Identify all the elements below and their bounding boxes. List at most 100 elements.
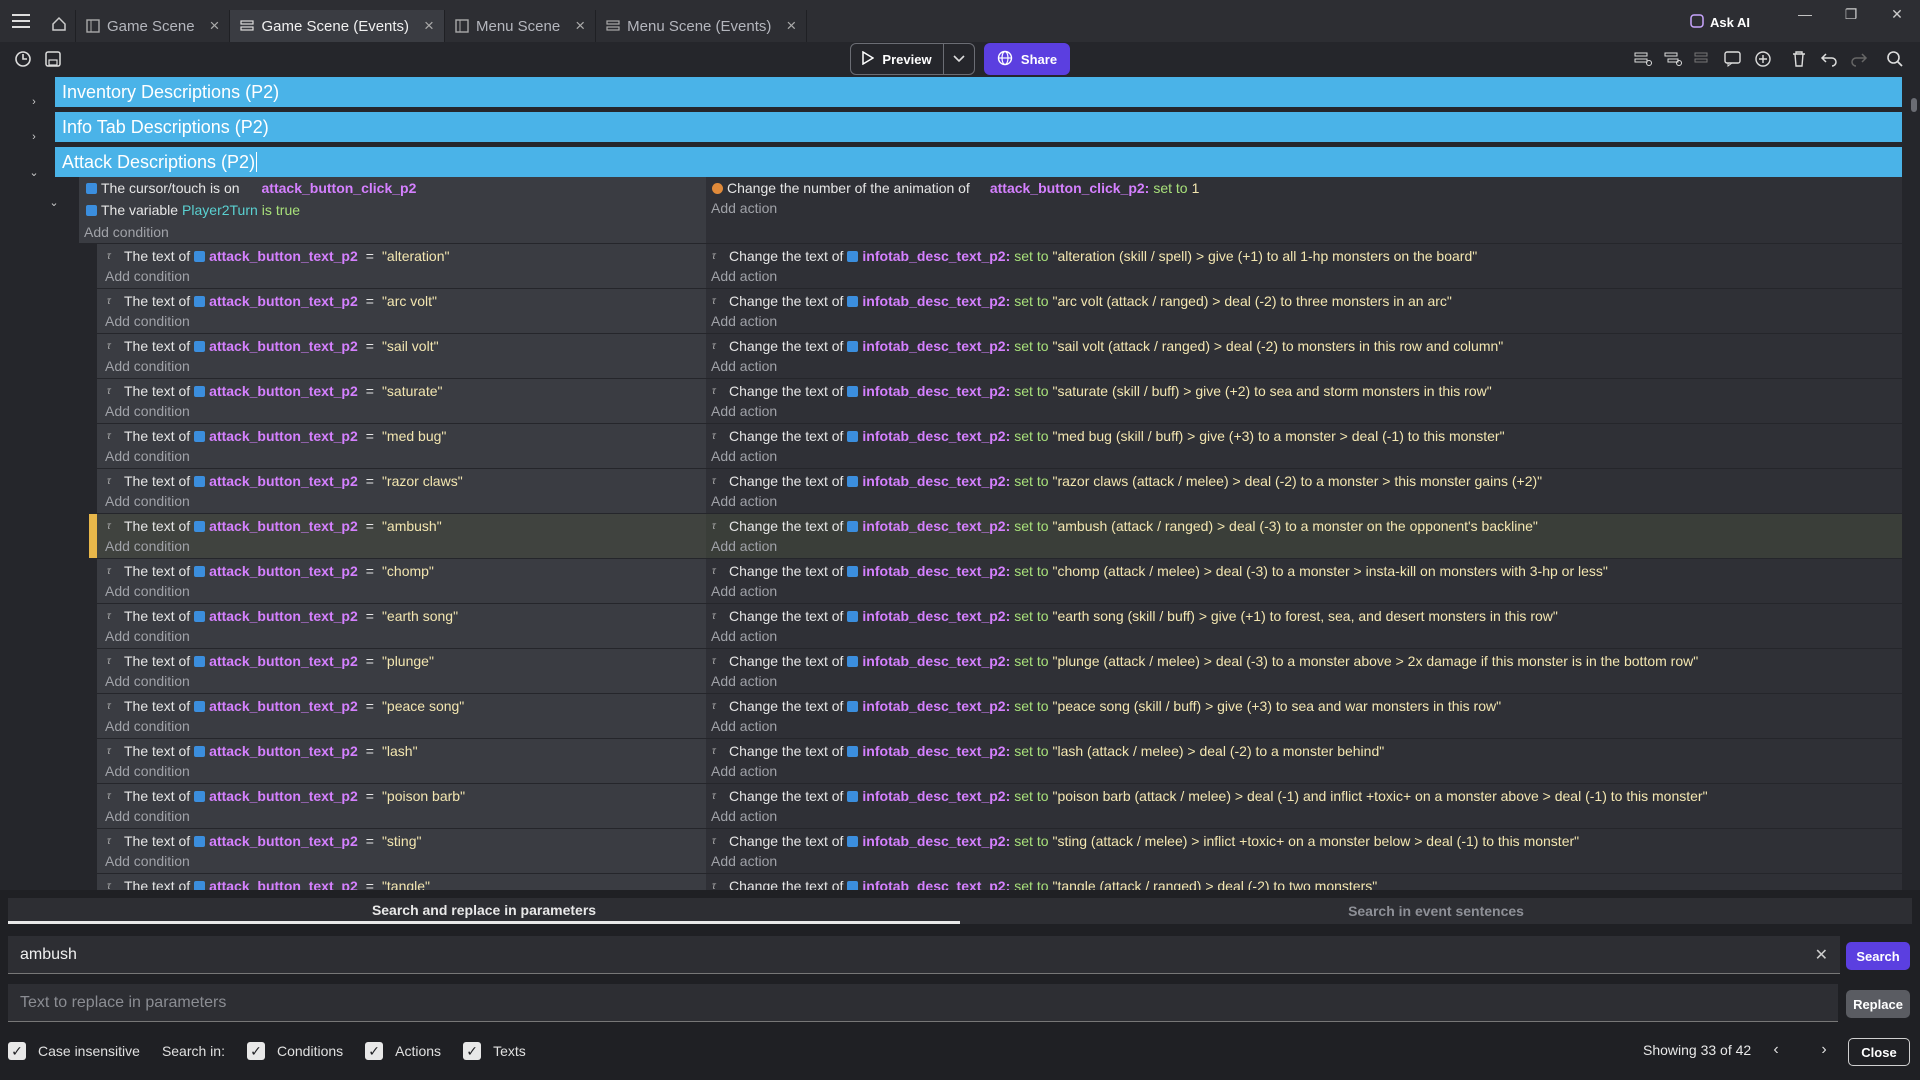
close-icon[interactable]: × — [210, 16, 220, 36]
action-change-text[interactable]: τ Change the text of infotab_desc_text_p2:… — [712, 426, 1505, 446]
add-action-link[interactable]: Add action — [711, 311, 777, 331]
condition-text-compare[interactable]: τ The text of attack_button_text_p2 = "satur… — [107, 381, 442, 401]
add-action-link[interactable]: Add action — [711, 198, 777, 218]
add-condition-link[interactable]: Add condition — [105, 716, 190, 736]
ask-ai-button[interactable]: Ask AI — [1690, 0, 1750, 42]
add-subevent-icon[interactable] — [1662, 48, 1684, 70]
condition-text-compare[interactable]: τ The text of attack_button_text_p2 = "med b… — [107, 426, 446, 446]
add-condition-link[interactable]: Add condition — [105, 851, 190, 871]
conditions-option[interactable]: ✓ Conditions — [246, 1042, 343, 1060]
delete-icon[interactable] — [1788, 48, 1810, 70]
texts-option[interactable]: ✓ Texts — [463, 1042, 526, 1060]
search-icon[interactable] — [1884, 48, 1906, 70]
condition-cursor-on[interactable]: The cursor/touch is on attack_button_cli… — [86, 178, 416, 198]
add-icon[interactable] — [1752, 48, 1774, 70]
condition-text-compare[interactable]: τ The text of attack_button_text_p2 = "sting… — [107, 831, 421, 851]
add-condition-link[interactable]: Add condition — [105, 266, 190, 286]
close-icon[interactable]: × — [424, 16, 434, 36]
action-change-text[interactable]: τ Change the text of infotab_desc_text_p2:… — [712, 516, 1538, 536]
add-action-link[interactable]: Add action — [711, 851, 777, 871]
tab-game-scene-events[interactable]: Game Scene (Events) × — [230, 10, 445, 42]
condition-text-compare[interactable]: τ The text of attack_button_text_p2 = "lash" — [107, 741, 418, 761]
preview-dropdown-chevron-icon[interactable] — [944, 44, 974, 74]
condition-variable[interactable]: The variable Player2Turn is true — [86, 200, 300, 220]
chevron-down-icon[interactable]: ⌄ — [26, 157, 42, 187]
replace-input[interactable]: Text to replace in parameters — [8, 984, 1838, 1022]
action-change-text[interactable]: τ Change the text of infotab_desc_text_p2:… — [712, 471, 1542, 491]
add-condition-link[interactable]: Add condition — [105, 446, 190, 466]
restore-icon[interactable]: ❐ — [1828, 0, 1874, 28]
toggle-disabled-icon[interactable] — [1692, 48, 1714, 70]
project-manager-icon[interactable] — [12, 48, 34, 70]
close-button[interactable]: Close — [1848, 1038, 1910, 1066]
close-icon[interactable]: × — [786, 16, 796, 36]
condition-text-compare[interactable]: τ The text of attack_button_text_p2 = "alter… — [107, 246, 449, 266]
condition-text-compare[interactable]: τ The text of attack_button_text_p2 = "arc v… — [107, 291, 437, 311]
checkbox-checked-icon[interactable]: ✓ — [8, 1042, 26, 1060]
minimize-icon[interactable]: — — [1782, 0, 1828, 28]
add-condition-link[interactable]: Add condition — [105, 761, 190, 781]
hamburger-menu-icon[interactable] — [0, 0, 42, 42]
action-change-text[interactable]: τ Change the text of infotab_desc_text_p2:… — [712, 291, 1452, 311]
add-action-link[interactable]: Add action — [711, 806, 777, 826]
add-action-link[interactable]: Add action — [711, 356, 777, 376]
group-attack-descriptions[interactable]: Attack Descriptions (P2) — [55, 147, 1902, 177]
condition-text-compare[interactable]: τ The text of attack_button_text_p2 = "poiso… — [107, 786, 465, 806]
action-change-text[interactable]: τ Change the text of infotab_desc_text_p2:… — [712, 651, 1698, 671]
action-change-text[interactable]: τ Change the text of infotab_desc_text_p2:… — [712, 696, 1501, 716]
tab-menu-scene[interactable]: Menu Scene × — [445, 10, 597, 42]
action-change-text[interactable]: τ Change the text of infotab_desc_text_p2:… — [712, 381, 1492, 401]
condition-text-compare[interactable]: τ The text of attack_button_text_p2 = "chomp… — [107, 561, 434, 581]
preview-button[interactable]: Preview — [851, 44, 944, 74]
action-change-text[interactable]: τ Change the text of infotab_desc_text_p2:… — [712, 606, 1558, 626]
add-action-link[interactable]: Add action — [711, 626, 777, 646]
add-action-link[interactable]: Add action — [711, 266, 777, 286]
checkbox-checked-icon[interactable]: ✓ — [246, 1042, 265, 1060]
condition-text-compare[interactable]: τ The text of attack_button_text_p2 = "razor… — [107, 471, 463, 491]
chevron-right-icon[interactable]: › — [26, 87, 42, 117]
search-button[interactable]: Search — [1846, 942, 1910, 970]
save-icon[interactable] — [42, 48, 64, 70]
chevron-right-icon[interactable]: › — [26, 122, 42, 152]
checkbox-checked-icon[interactable]: ✓ — [463, 1042, 482, 1060]
add-condition-link[interactable]: Add condition — [84, 222, 169, 242]
action-change-text[interactable]: τ Change the text of infotab_desc_text_p2:… — [712, 876, 1377, 890]
add-action-link[interactable]: Add action — [711, 581, 777, 601]
action-change-text[interactable]: τ Change the text of infotab_desc_text_p2:… — [712, 246, 1477, 266]
condition-text-compare[interactable]: τ The text of attack_button_text_p2 = "peace… — [107, 696, 464, 716]
case-insensitive-option[interactable]: ✓ Case insensitive — [8, 1042, 140, 1060]
share-button[interactable]: Share — [984, 43, 1070, 75]
add-event-icon[interactable] — [1632, 48, 1654, 70]
chevron-down-icon[interactable]: ⌄ — [46, 192, 62, 212]
add-condition-link[interactable]: Add condition — [105, 581, 190, 601]
add-action-link[interactable]: Add action — [711, 401, 777, 421]
comment-icon[interactable] — [1722, 48, 1744, 70]
tab-game-scene[interactable]: Game Scene × — [76, 10, 231, 42]
checkbox-checked-icon[interactable]: ✓ — [365, 1042, 384, 1060]
tab-menu-scene-events[interactable]: Menu Scene (Events) × — [596, 10, 808, 42]
group-inventory-descriptions[interactable]: Inventory Descriptions (P2) — [55, 77, 1902, 107]
actions-option[interactable]: ✓ Actions — [365, 1042, 441, 1060]
action-change-animation[interactable]: Change the number of the animation of at… — [712, 178, 1199, 198]
previous-result-icon[interactable]: ‹ — [1766, 1040, 1786, 1060]
add-action-link[interactable]: Add action — [711, 671, 777, 691]
add-condition-link[interactable]: Add condition — [105, 491, 190, 511]
tab-search-event-sentences[interactable]: Search in event sentences — [960, 898, 1912, 924]
tab-search-replace-parameters[interactable]: Search and replace in parameters — [8, 898, 960, 924]
add-condition-link[interactable]: Add condition — [105, 356, 190, 376]
action-change-text[interactable]: τ Change the text of infotab_desc_text_p2:… — [712, 831, 1579, 851]
add-action-link[interactable]: Add action — [711, 536, 777, 556]
condition-text-compare[interactable]: τ The text of attack_button_text_p2 = "sail … — [107, 336, 439, 356]
close-icon[interactable]: × — [575, 16, 585, 36]
add-condition-link[interactable]: Add condition — [105, 536, 190, 556]
add-condition-link[interactable]: Add condition — [105, 626, 190, 646]
add-action-link[interactable]: Add action — [711, 716, 777, 736]
clear-icon[interactable]: ✕ — [1815, 945, 1828, 965]
window-close-icon[interactable]: ✕ — [1874, 0, 1920, 28]
action-change-text[interactable]: τ Change the text of infotab_desc_text_p2:… — [712, 561, 1608, 581]
add-action-link[interactable]: Add action — [711, 446, 777, 466]
scrollbar-thumb[interactable] — [1911, 98, 1917, 112]
action-change-text[interactable]: τ Change the text of infotab_desc_text_p2:… — [712, 786, 1708, 806]
undo-icon[interactable] — [1818, 48, 1840, 70]
group-info-tab-descriptions[interactable]: Info Tab Descriptions (P2) — [55, 112, 1902, 142]
